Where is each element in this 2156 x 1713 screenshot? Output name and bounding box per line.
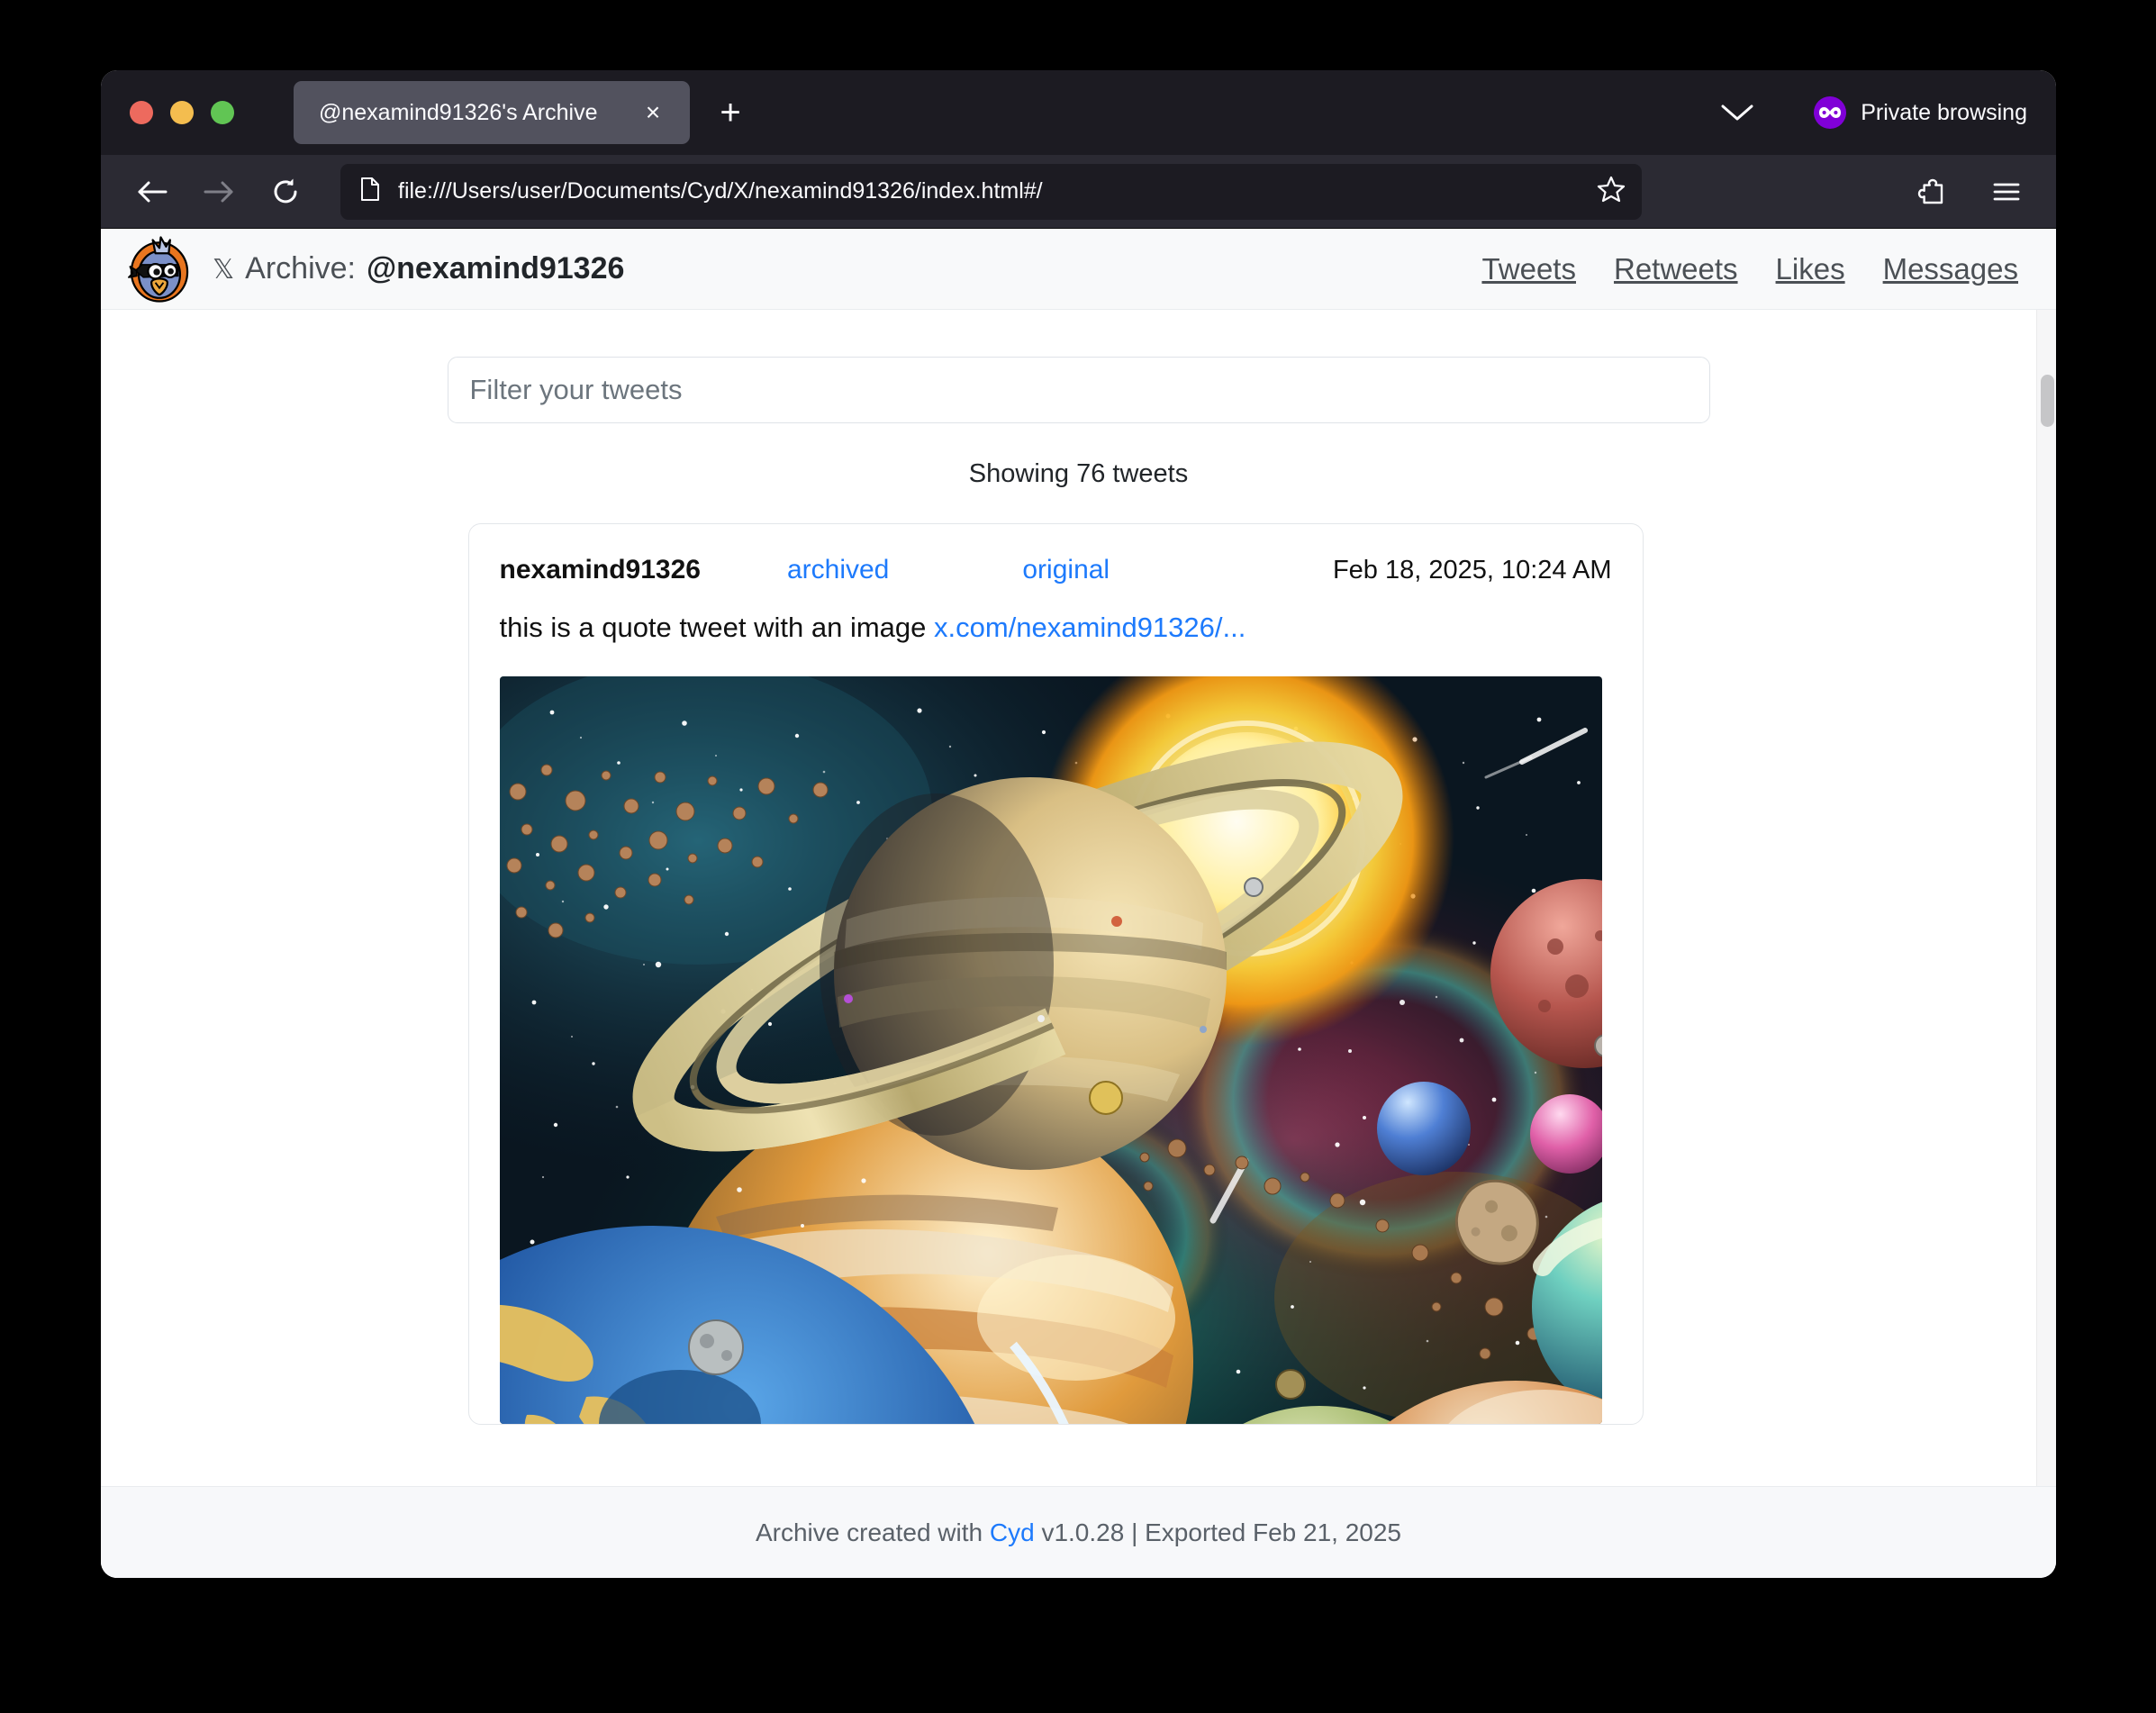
minimize-window-button[interactable] — [170, 101, 194, 124]
tweet-list: nexamind91326 archived original Feb 18, … — [468, 523, 1644, 1425]
close-tab-icon[interactable]: × — [638, 97, 668, 128]
nav-link-tweets[interactable]: Tweets — [1481, 252, 1576, 286]
document-icon — [360, 177, 380, 206]
footer-text: Archive created with Cyd v1.0.28 | Expor… — [756, 1518, 1401, 1547]
tweet-body-text: this is a quote tweet with an image — [500, 612, 934, 643]
filter-tweets-input[interactable] — [448, 357, 1710, 423]
private-browsing-indicator: Private browsing — [1814, 96, 2033, 129]
page-scrollbar[interactable] — [2036, 310, 2056, 1486]
private-browsing-label: Private browsing — [1861, 100, 2027, 126]
puzzle-piece-icon[interactable] — [1905, 166, 1957, 218]
x-logo-icon: 𝕏 — [213, 254, 234, 286]
browser-window: @nexamind91326's Archive × + Private bro… — [101, 70, 2056, 1578]
tweet-original-link[interactable]: original — [1022, 555, 1110, 585]
reload-icon[interactable] — [259, 166, 312, 218]
new-tab-button[interactable]: + — [710, 92, 751, 133]
close-window-button[interactable] — [130, 101, 153, 124]
showing-count-label: Showing 76 tweets — [448, 459, 1710, 489]
toolbar-right-controls — [1905, 166, 2033, 218]
tweet-archived-link[interactable]: archived — [787, 555, 889, 585]
page-title-prefix: Archive: — [245, 251, 356, 286]
window-traffic-lights — [122, 101, 234, 124]
footer-prefix: Archive created with — [756, 1518, 990, 1546]
tweet-date: Feb 18, 2025, 10:24 AM — [1333, 556, 1612, 585]
page-footer: Archive created with Cyd v1.0.28 | Expor… — [101, 1486, 2056, 1578]
tab-strip: @nexamind91326's Archive × + Private bro… — [101, 70, 2056, 155]
url-bar[interactable]: file:///Users/user/Documents/Cyd/X/nexam… — [340, 164, 1642, 220]
hamburger-menu-icon[interactable] — [1980, 166, 2033, 218]
content-scroll-area: Showing 76 tweets nexamind91326 archived… — [101, 310, 2056, 1486]
page-scrollbar-thumb[interactable] — [2041, 375, 2054, 427]
browser-tab[interactable]: @nexamind91326's Archive × — [294, 81, 690, 144]
page-viewport: 𝕏 Archive: @nexamind91326 Tweets Retweet… — [101, 229, 2056, 1578]
nav-link-likes[interactable]: Likes — [1776, 252, 1845, 286]
footer-suffix: v1.0.28 | Exported Feb 21, 2025 — [1035, 1518, 1401, 1546]
main-nav: Tweets Retweets Likes Messages — [1481, 252, 2018, 286]
tab-strip-right-controls: Private browsing — [1715, 92, 2033, 133]
page-title: 𝕏 Archive: @nexamind91326 — [213, 251, 624, 286]
tweet-text: this is a quote tweet with an image x.co… — [500, 611, 1612, 646]
tweet-header: nexamind91326 archived original Feb 18, … — [500, 555, 1612, 585]
url-text: file:///Users/user/Documents/Cyd/X/nexam… — [398, 178, 1597, 204]
cyd-bird-logo-icon — [126, 236, 193, 303]
brand: 𝕏 Archive: @nexamind91326 — [126, 236, 624, 303]
maximize-window-button[interactable] — [211, 101, 234, 124]
tweet-card[interactable]: nexamind91326 archived original Feb 18, … — [468, 523, 1644, 1425]
cyd-link[interactable]: Cyd — [990, 1518, 1035, 1546]
chevron-down-icon[interactable] — [1715, 92, 1760, 133]
content-column: Showing 76 tweets nexamind91326 archived… — [448, 357, 1710, 1425]
nav-link-messages[interactable]: Messages — [1883, 252, 2018, 286]
tweet-embedded-link[interactable]: x.com/nexamind91326/... — [934, 612, 1246, 643]
page-title-handle: @nexamind91326 — [367, 251, 624, 286]
back-arrow-icon[interactable] — [126, 166, 178, 218]
browser-toolbar: file:///Users/user/Documents/Cyd/X/nexam… — [101, 155, 2056, 229]
tweet-author: nexamind91326 — [500, 555, 701, 585]
nav-link-retweets[interactable]: Retweets — [1614, 252, 1738, 286]
tab-title: @nexamind91326's Archive — [319, 100, 625, 126]
tweet-media-image[interactable] — [500, 676, 1602, 1424]
mask-icon — [1814, 96, 1846, 129]
app-header: 𝕏 Archive: @nexamind91326 Tweets Retweet… — [101, 229, 2056, 310]
forward-arrow-icon[interactable] — [193, 166, 245, 218]
star-icon[interactable] — [1597, 175, 1626, 208]
